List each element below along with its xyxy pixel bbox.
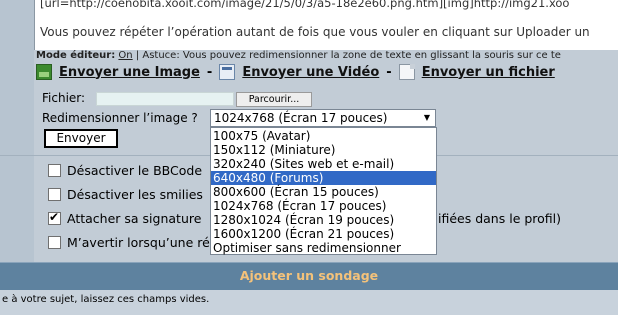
chevron-down-icon[interactable]: ▼ <box>419 110 435 126</box>
upload-links-row: Envoyer une Image - Envoyer une Vidéo - … <box>36 62 555 82</box>
separator: - <box>206 64 213 80</box>
dropdown-option[interactable]: 150x112 (Miniature) <box>211 143 436 157</box>
option-disable-bbcode[interactable]: Désactiver le BBCode <box>48 162 202 179</box>
smilies-checkbox[interactable] <box>48 188 61 201</box>
send-image-link[interactable]: Envoyer une Image <box>59 65 200 80</box>
browse-button[interactable]: Parcourir... <box>236 92 312 107</box>
option-disable-smilies[interactable]: Désactiver les smilies <box>48 186 203 203</box>
file-upload-icon[interactable] <box>398 64 415 80</box>
notify-checkbox[interactable] <box>48 236 61 249</box>
option-notify[interactable]: M’avertir lorsqu’une ré <box>48 234 210 251</box>
dropdown-option[interactable]: 100x75 (Avatar) <box>211 129 436 143</box>
dropdown-option[interactable]: 1600x1200 (Écran 21 pouces) <box>211 227 436 241</box>
add-poll-title[interactable]: Ajouter un sondage <box>0 268 618 283</box>
dropdown-option[interactable]: 800x600 (Écran 15 pouces) <box>211 185 436 199</box>
mode-toggle-link[interactable]: On <box>118 50 132 61</box>
dropdown-option[interactable]: 1024x768 (Écran 17 pouces) <box>211 199 436 213</box>
dropdown-option[interactable]: Optimiser sans redimensionner <box>211 241 436 255</box>
smilies-label: Désactiver les smilies <box>67 187 203 202</box>
mode-label: Mode éditeur: <box>36 50 116 61</box>
dropdown-option-highlighted[interactable]: 640x480 (Forums) <box>211 171 436 185</box>
file-label: Fichier: <box>42 91 86 105</box>
resize-label: Redimensionner l’image ? <box>42 111 198 125</box>
notify-label: M’avertir lorsqu’une ré <box>67 235 210 250</box>
editor-line-2: Vous pouvez répéter l’opération autant d… <box>40 25 590 39</box>
signature-checkbox[interactable] <box>48 209 61 225</box>
poll-footer-note: e à votre sujet, laissez ces champs vide… <box>0 290 618 315</box>
video-upload-icon[interactable] <box>219 64 236 80</box>
dropdown-option[interactable]: 320x240 (Sites web et e-mail) <box>211 157 436 171</box>
signature-label: Attacher sa signature <box>67 211 202 226</box>
left-strip <box>0 0 34 262</box>
signature-label-tail: ifiées dans le profil) <box>438 210 561 227</box>
file-path-input[interactable] <box>96 92 234 106</box>
separator: - <box>386 64 392 80</box>
send-button[interactable]: Envoyer <box>44 129 118 148</box>
image-upload-icon[interactable] <box>36 64 52 80</box>
resize-dropdown-list[interactable]: 100x75 (Avatar) 150x112 (Miniature) 320x… <box>210 127 437 255</box>
message-editor[interactable]: [url=http://coenobita.xooit.com/image/21… <box>34 0 618 50</box>
dropdown-option[interactable]: 1280x1024 (Écran 19 pouces) <box>211 213 436 227</box>
signature-label-tail-text: ifiées dans le profil) <box>438 211 562 226</box>
send-file-link[interactable]: Envoyer un fichier <box>422 65 555 80</box>
bbcode-label: Désactiver le BBCode <box>67 163 203 178</box>
editor-line-1: [url=http://coenobita.xooit.com/image/21… <box>40 0 570 10</box>
send-video-link[interactable]: Envoyer une Vidéo <box>242 65 379 80</box>
resize-select[interactable]: 1024x768 (Écran 17 pouces) ▼ <box>210 109 436 127</box>
option-attach-signature[interactable]: Attacher sa signature <box>48 209 202 227</box>
mode-tip: | Astuce: Vous pouvez redimensionner la … <box>135 50 561 61</box>
editor-mode-line: Mode éditeur: On | Astuce: Vous pouvez r… <box>36 50 561 61</box>
resize-select-value: 1024x768 (Écran 17 pouces) <box>214 111 388 125</box>
bbcode-checkbox[interactable] <box>48 164 61 177</box>
